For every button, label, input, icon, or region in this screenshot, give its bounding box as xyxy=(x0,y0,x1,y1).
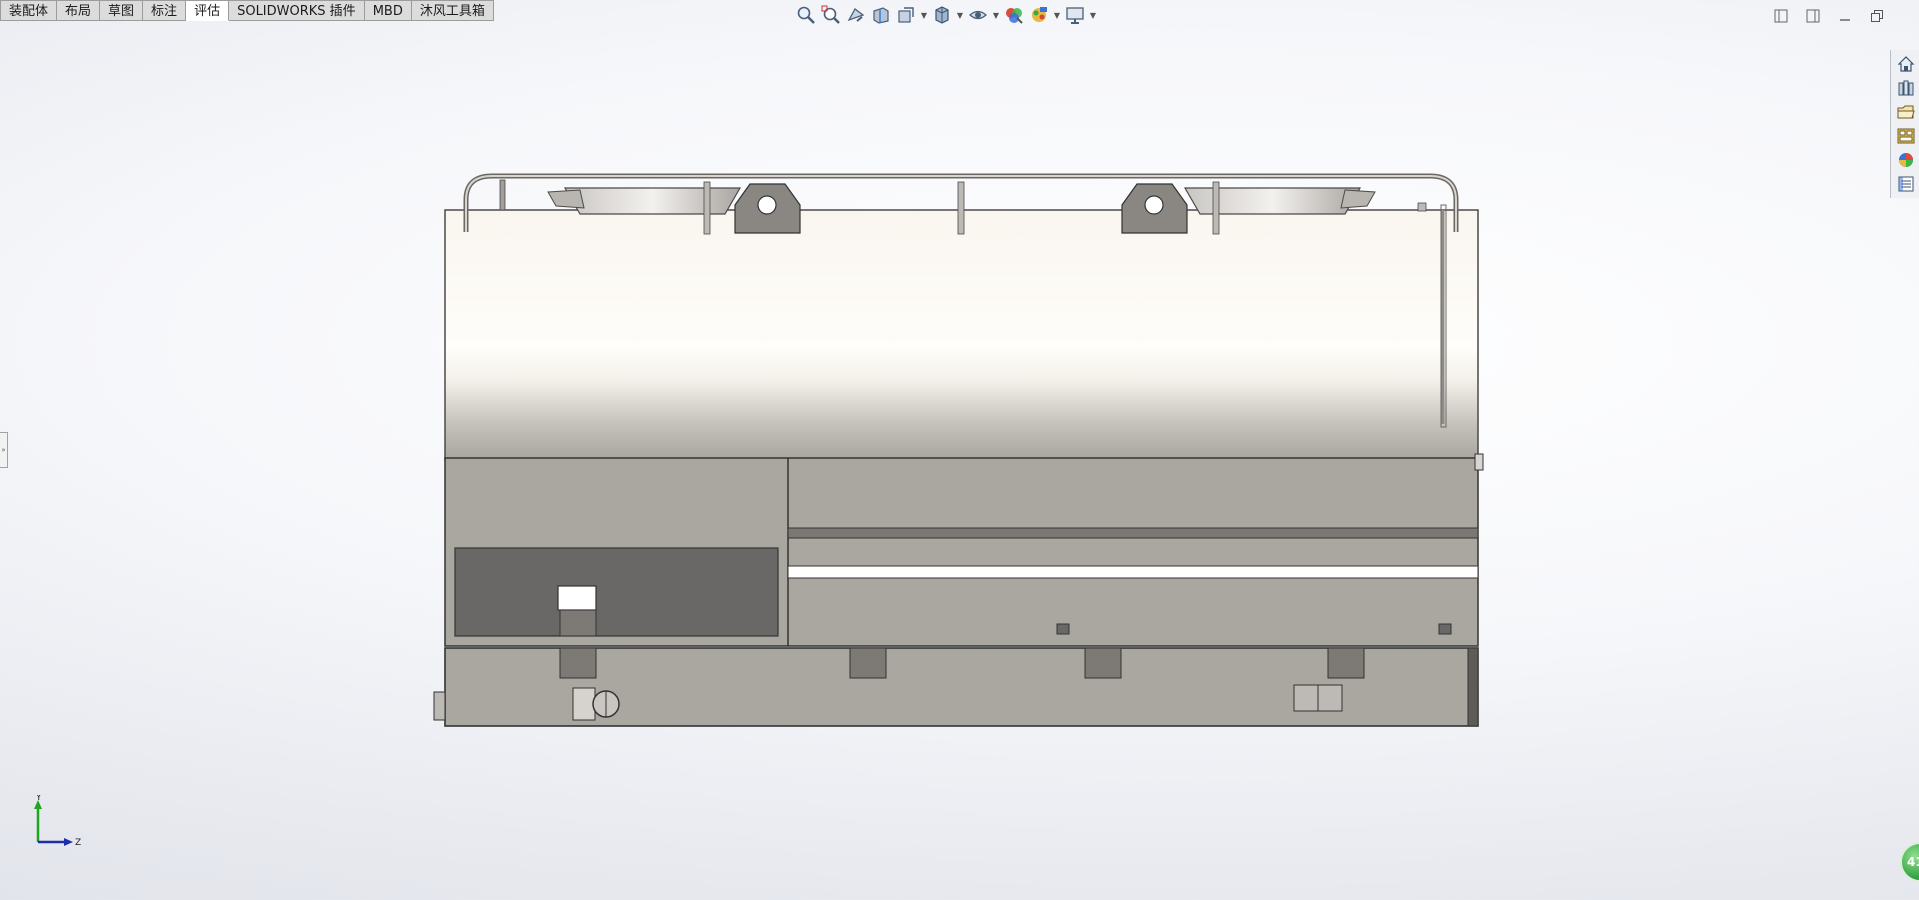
lifting-lug-right xyxy=(1121,183,1188,234)
base-frame xyxy=(444,453,1484,647)
tank-shell xyxy=(444,204,1479,461)
lifting-lug-left xyxy=(734,183,801,234)
coordinate-triad: Y Z xyxy=(34,795,81,848)
triad-y-label: Y xyxy=(35,795,42,803)
triad-z-label: Z xyxy=(75,838,81,848)
skid-base xyxy=(433,647,1479,727)
graphics-area-model[interactable] xyxy=(0,0,1919,900)
